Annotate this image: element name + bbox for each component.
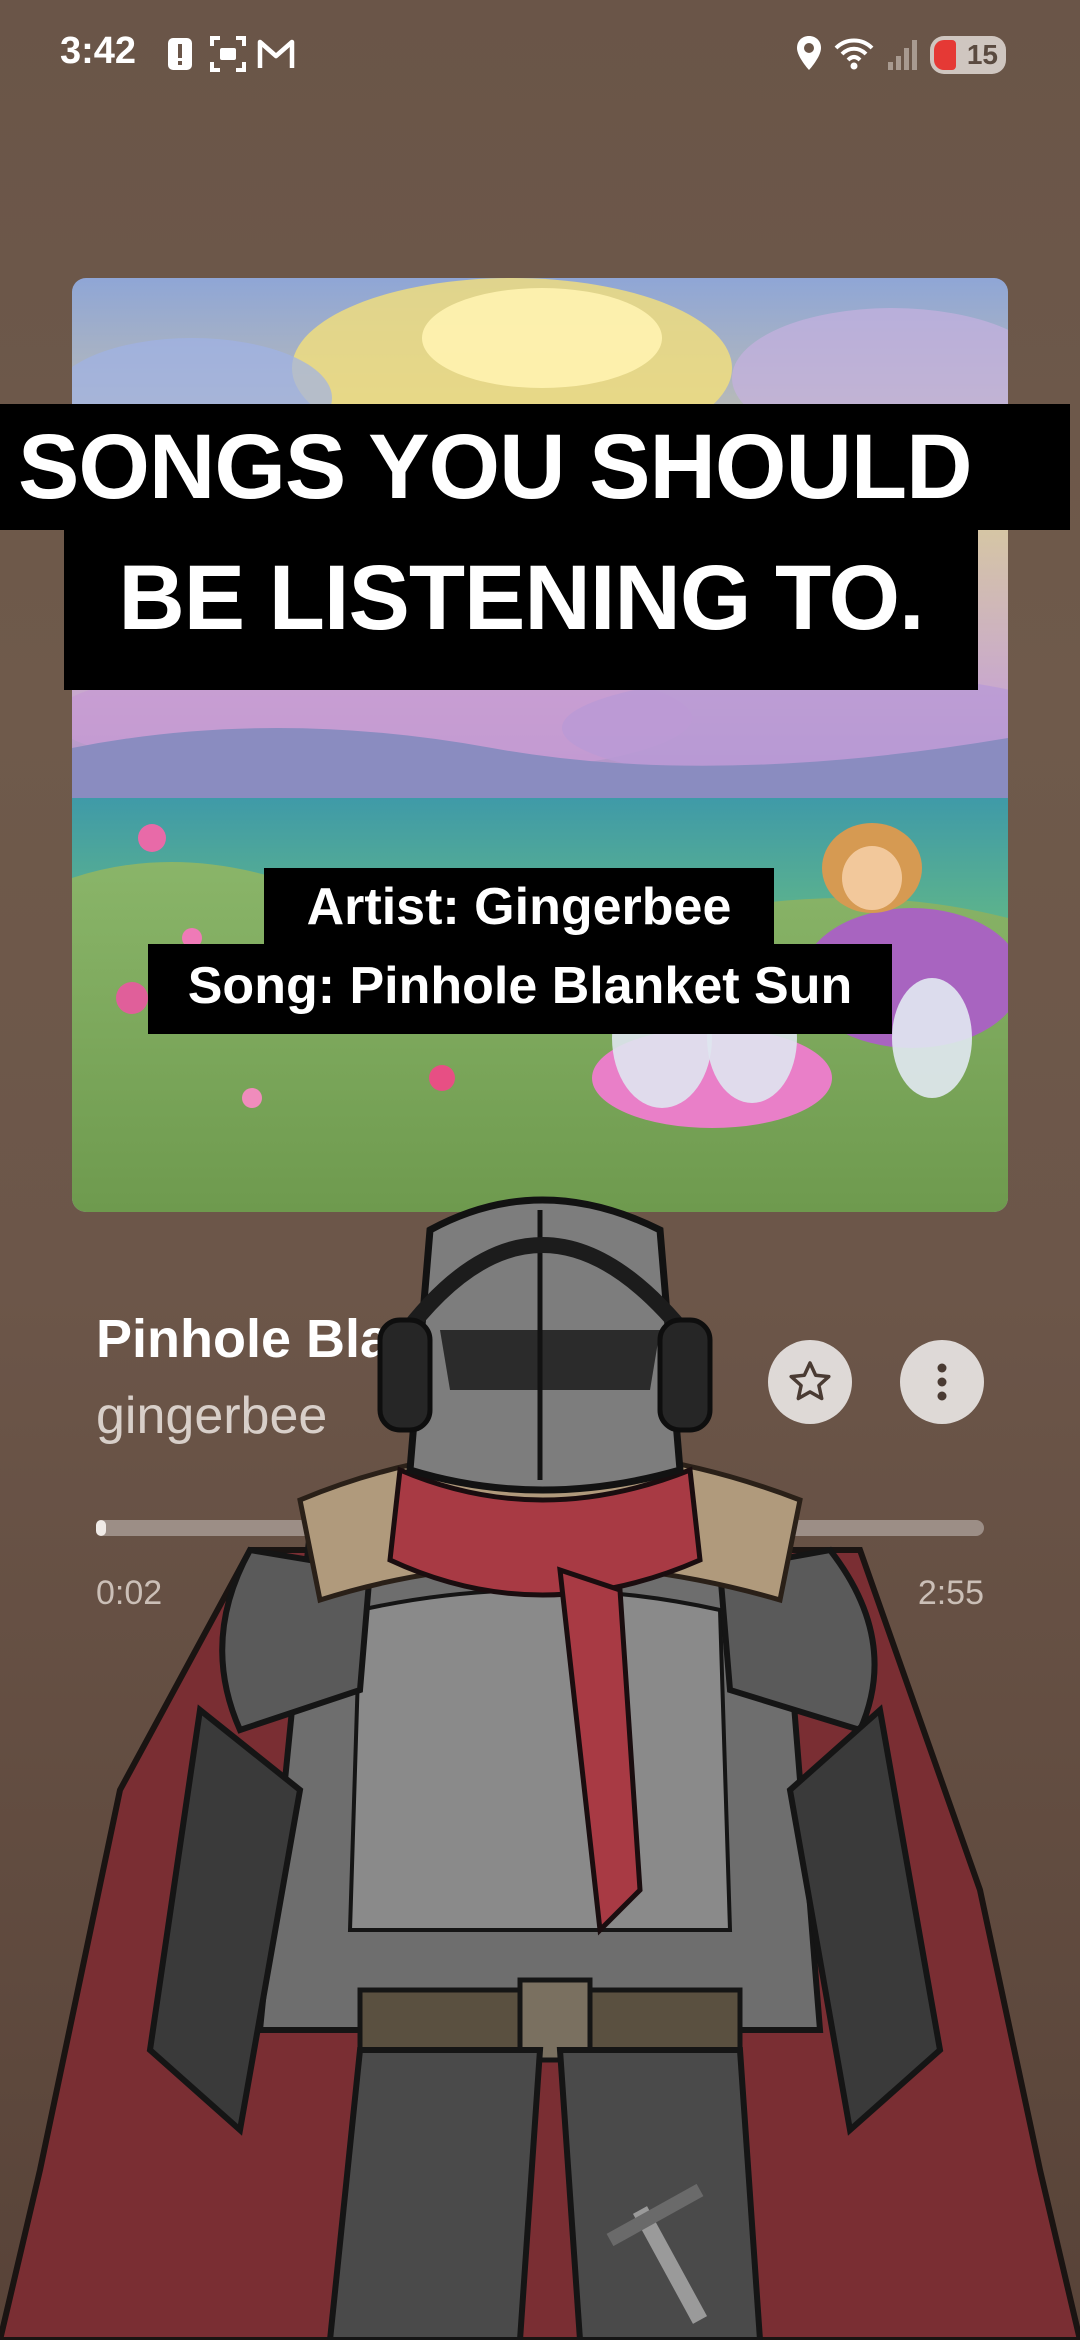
screenshot-icon (210, 36, 246, 72)
knight-overlay-image (0, 1170, 1080, 2340)
alert-icon (168, 38, 192, 70)
status-bar: 3:42 15 (0, 0, 1080, 110)
battery-level: 15 (966, 39, 998, 70)
caption-artist: Artist: Gingerbee (264, 868, 774, 946)
location-icon (797, 36, 821, 70)
battery-icon: 15 (930, 36, 1006, 74)
battery-low-indicator (934, 40, 956, 70)
caption-headline-line1: SONGS YOU SHOULD (0, 404, 1070, 530)
status-time: 3:42 (60, 30, 137, 72)
gmail-icon (257, 39, 295, 68)
caption-song: Song: Pinhole Blanket Sun (148, 944, 892, 1034)
caption-headline-line2: BE LISTENING TO. (64, 530, 978, 690)
wifi-icon (834, 38, 874, 70)
signal-icon (888, 40, 917, 70)
